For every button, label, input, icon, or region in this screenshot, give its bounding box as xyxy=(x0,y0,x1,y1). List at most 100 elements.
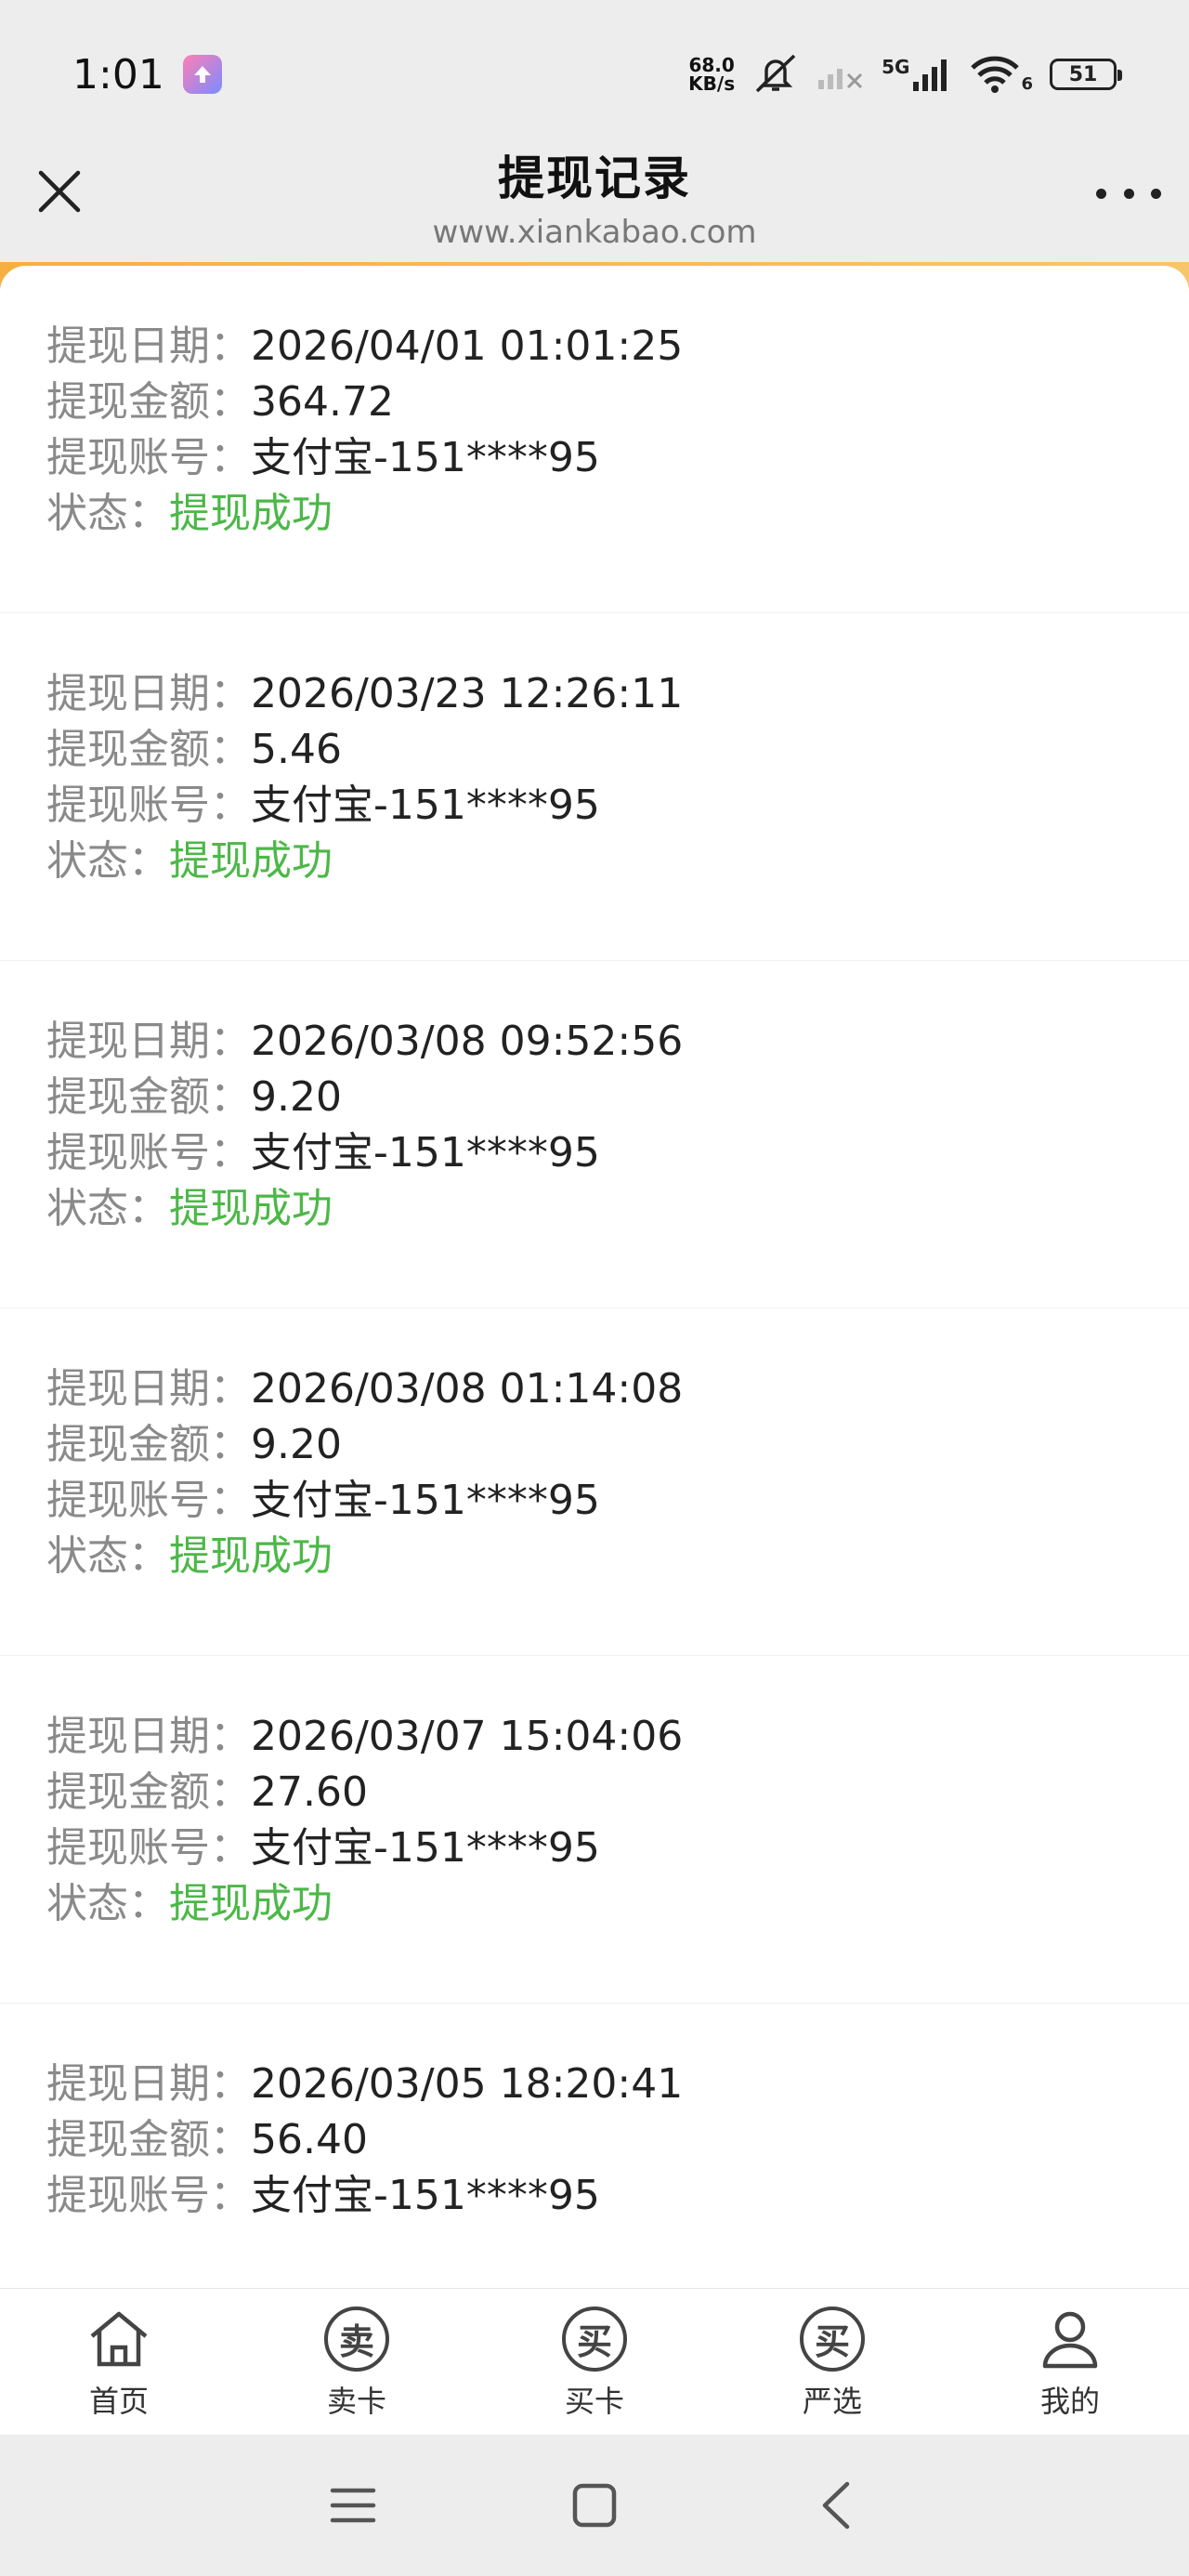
withdrawal-record-list[interactable]: 提现日期： 2026/04/01 01:01:25 提现金额： 364.72 提现账号：… xyxy=(0,266,1189,2288)
record-account-value: 支付宝-151****95 xyxy=(251,1824,600,1872)
profile-icon xyxy=(1035,2304,1105,2374)
record-account-label: 提现账号： xyxy=(46,1129,251,1176)
record-account-label: 提现账号： xyxy=(46,2172,251,2219)
record-amount-value: 27.60 xyxy=(251,1768,368,1816)
record-date-row: 提现日期： 2026/04/01 01:01:25 xyxy=(46,312,1189,370)
network-speed: 68.0 KB/s xyxy=(688,54,736,95)
mute-icon xyxy=(751,50,800,99)
withdrawal-record: 提现日期： 2026/03/05 18:20:41 提现金额： 56.40 提现账号：支… xyxy=(0,2004,1189,2288)
record-account-label: 提现账号： xyxy=(46,782,251,829)
selected-icon: 买 xyxy=(797,2304,868,2374)
nav-label: 我的 xyxy=(1039,2383,1100,2419)
record-account-value: 支付宝-151****95 xyxy=(251,1129,600,1176)
menu-icon xyxy=(330,2488,376,2523)
record-amount-value: 56.40 xyxy=(251,2116,368,2163)
record-status-value: 提现成功 xyxy=(169,1185,333,1232)
record-date-label: 提现日期： xyxy=(46,1018,251,1065)
record-status-row: 状态： 提现成功 xyxy=(46,1522,1189,1580)
page-url: www.xiankabao.com xyxy=(432,214,757,251)
record-date-row: 提现日期： 2026/03/05 18:20:41 xyxy=(46,2050,1189,2108)
record-status-value: 提现成功 xyxy=(169,490,333,537)
record-account-value: 支付宝-151****95 xyxy=(251,1477,600,1524)
record-amount-label: 提现金额： xyxy=(46,1768,251,1816)
record-date-value: 2026/03/05 18:20:41 xyxy=(251,2060,684,2108)
record-date-value: 2026/03/08 01:14:08 xyxy=(251,1365,684,1413)
nav-label: 严选 xyxy=(802,2383,862,2419)
status-time: 1:01 xyxy=(72,50,164,99)
record-amount-value: 9.20 xyxy=(251,1073,342,1121)
sell-card-icon: 卖 xyxy=(321,2304,392,2374)
withdrawal-record: 提现日期： 2026/03/08 01:14:08 提现金额： 9.20 提现账号： 支付… xyxy=(0,1308,1189,1656)
record-date-label: 提现日期： xyxy=(46,670,251,717)
record-account-row: 提现账号： 支付宝-151****95 xyxy=(46,771,1189,829)
record-account-label: 提现账号： xyxy=(46,434,251,481)
record-status-label: 状态： xyxy=(46,1185,169,1232)
record-amount-value: 9.20 xyxy=(251,1421,342,1468)
record-date-row: 提现日期： 2026/03/08 09:52:56 xyxy=(46,1007,1189,1065)
record-date-label: 提现日期： xyxy=(46,322,251,370)
nav-item-home[interactable]: 首页 xyxy=(0,2289,238,2435)
record-date-value: 2026/03/07 15:04:06 xyxy=(251,1713,684,1760)
no-signal-icon xyxy=(817,54,865,95)
nav-item-profile[interactable]: 我的 xyxy=(951,2289,1189,2435)
record-status-value: 提现成功 xyxy=(169,1880,333,1927)
record-account-value: 支付宝-151****95 xyxy=(251,434,600,481)
record-amount-value: 5.46 xyxy=(251,726,342,773)
nav-item-sell-card[interactable]: 卖 卖卡 xyxy=(238,2289,476,2435)
nav-label: 卖卡 xyxy=(326,2383,386,2419)
record-status-row: 状态： 提现成功 xyxy=(46,827,1189,885)
record-amount-row: 提现金额： 5.46 xyxy=(46,716,1189,773)
status-bar: 1:01 68.0 KB/s 5G 6 51 xyxy=(0,0,1189,149)
record-account-row: 提现账号： 支付宝-151****95 xyxy=(46,2162,1189,2219)
record-status-row: 状态： 提现成功 xyxy=(46,480,1189,537)
record-amount-label: 提现金额： xyxy=(46,726,251,773)
record-amount-row: 提现金额： 27.60 xyxy=(46,1758,1189,1816)
buy-card-icon: 买 xyxy=(559,2304,630,2374)
record-amount-label: 提现金额： xyxy=(46,378,251,426)
record-account-label: 提现账号： xyxy=(46,1477,251,1524)
record-amount-label: 提现金额： xyxy=(46,1421,251,1468)
record-account-row: 提现账号： 支付宝-151****95 xyxy=(46,1466,1189,1524)
record-date-row: 提现日期： 2026/03/08 01:14:08 xyxy=(46,1355,1189,1413)
record-amount-label: 提现金额： xyxy=(46,1073,251,1121)
record-status-value: 提现成功 xyxy=(169,837,333,885)
record-status-value: 提现成功 xyxy=(169,1532,333,1580)
record-status-label: 状态： xyxy=(46,490,169,537)
record-date-row: 提现日期： 2026/03/23 12:26:11 xyxy=(46,660,1189,717)
record-amount-value: 364.72 xyxy=(251,378,394,426)
more-dots-icon xyxy=(1096,188,1106,199)
menu-button[interactable] xyxy=(320,2473,385,2538)
record-date-value: 2026/04/01 01:01:25 xyxy=(251,322,684,370)
record-account-row: 提现账号： 支付宝-151****95 xyxy=(46,424,1189,481)
home-icon xyxy=(84,2304,154,2374)
record-status-row: 状态： 提现成功 xyxy=(46,1870,1189,1927)
withdrawal-record: 提现日期： 2026/03/08 09:52:56 提现金额： 9.20 提现账号： 支付… xyxy=(0,961,1189,1308)
record-amount-row: 提现金额： 56.40 xyxy=(46,2106,1189,2163)
more-options-button[interactable] xyxy=(1096,177,1161,210)
record-account-value: 支付宝-151****95 xyxy=(251,782,600,829)
record-amount-label: 提现金额： xyxy=(46,2116,251,2163)
record-amount-row: 提现金额： 9.20 xyxy=(46,1063,1189,1121)
record-account-row: 提现账号： 支付宝-151****95 xyxy=(46,1814,1189,1872)
record-date-label: 提现日期： xyxy=(46,1365,251,1413)
bottom-navigation: 首页 卖 卖卡 买 买卡 买 严选 我的 xyxy=(0,2288,1189,2435)
nav-label: 首页 xyxy=(88,2383,149,2419)
title-bar: 提现记录 www.xiankabao.com xyxy=(0,139,1189,260)
wifi-icon: 6 xyxy=(969,55,1033,94)
record-status-row: 状态： 提现成功 xyxy=(46,1175,1189,1232)
battery-indicator: 51 xyxy=(1050,59,1122,90)
withdrawal-record: 提现日期： 2026/04/01 01:01:25 提现金额： 364.72 提现账号：… xyxy=(0,266,1189,613)
back-button[interactable] xyxy=(804,2473,869,2538)
nav-item-buy-card[interactable]: 买 买卡 xyxy=(476,2289,713,2435)
withdrawal-record: 提现日期： 2026/03/23 12:26:11 提现金额： 5.46 提现账号： 支付… xyxy=(0,613,1189,961)
record-account-row: 提现账号： 支付宝-151****95 xyxy=(46,1119,1189,1176)
record-date-value: 2026/03/08 09:52:56 xyxy=(251,1018,684,1065)
back-chevron-icon xyxy=(822,2481,850,2530)
record-date-row: 提现日期： 2026/03/07 15:04:06 xyxy=(46,1702,1189,1760)
home-system-button[interactable] xyxy=(562,2473,627,2538)
page-title: 提现记录 xyxy=(498,151,691,205)
record-status-label: 状态： xyxy=(46,1880,169,1927)
nav-item-selected[interactable]: 买 严选 xyxy=(713,2289,951,2435)
record-amount-row: 提现金额： 364.72 xyxy=(46,368,1189,426)
nav-label: 买卡 xyxy=(564,2383,624,2419)
